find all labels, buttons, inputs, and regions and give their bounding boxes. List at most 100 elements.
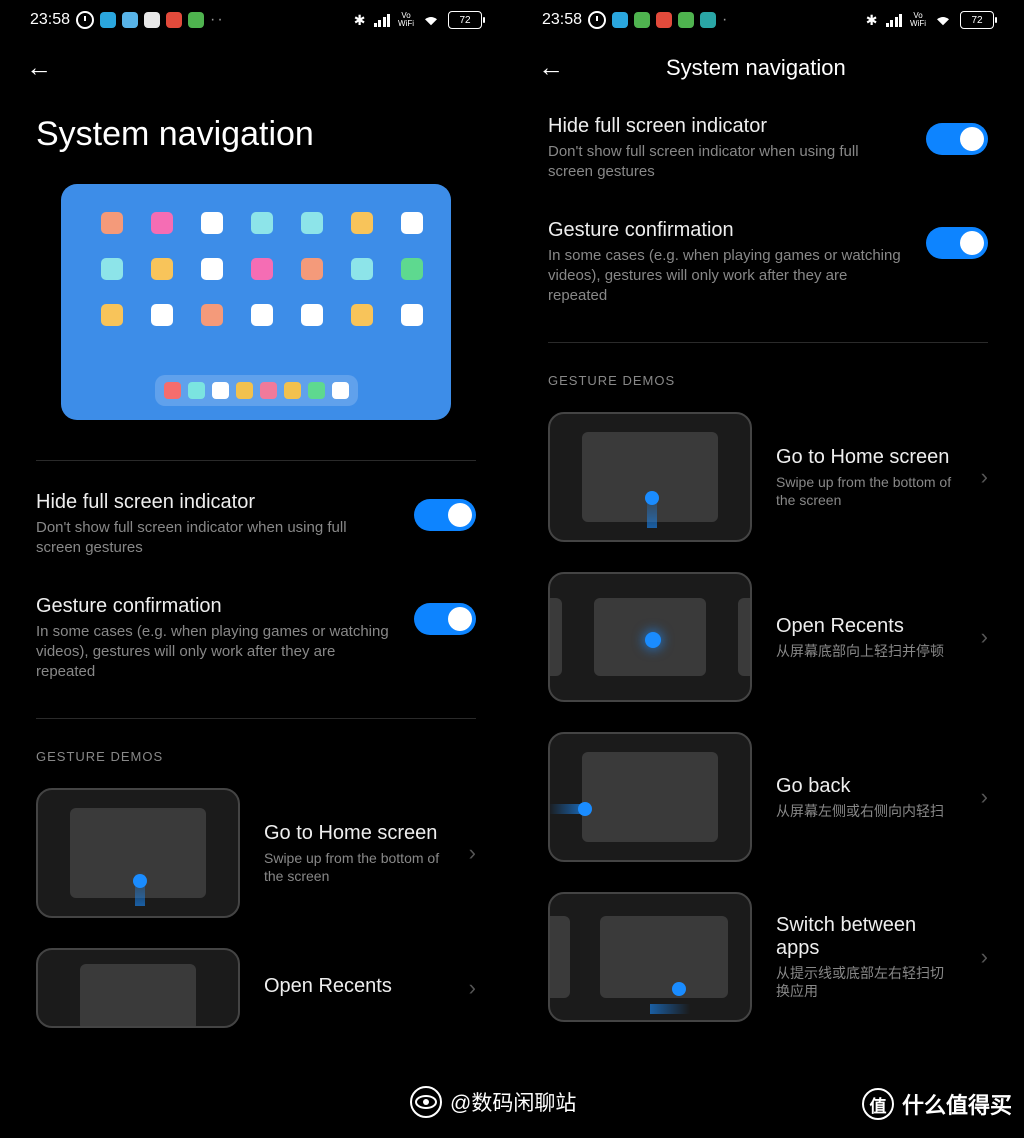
weibo-icon <box>410 1086 442 1118</box>
demo-title: Go to Home screen <box>776 446 957 469</box>
chevron-right-icon: › <box>981 784 988 810</box>
divider <box>36 718 476 719</box>
demo-subtitle: Swipe up from the bottom of the screen <box>264 849 445 885</box>
preview-dock-icon <box>308 382 325 399</box>
signal-icon <box>886 13 903 27</box>
status-app-icon <box>144 12 160 28</box>
wifi-icon <box>422 13 440 27</box>
preview-app-icon <box>351 212 373 234</box>
status-more-icon: ·· <box>210 11 225 29</box>
chevron-right-icon: › <box>981 464 988 490</box>
alarm-icon <box>588 11 606 29</box>
demo-subtitle: 从提示线或底部左右轻扫切换应用 <box>776 964 957 1000</box>
toggle-gesture-confirmation[interactable] <box>926 227 988 259</box>
demo-subtitle: 从屏幕左侧或右侧向内轻扫 <box>776 802 957 820</box>
preview-app-icon <box>401 304 423 326</box>
preview-app-icon <box>251 258 273 280</box>
demo-switch[interactable]: Switch between apps 从提示线或底部左右轻扫切换应用 › <box>548 892 988 1022</box>
preview-app-icon <box>301 258 323 280</box>
bluetooth-icon: ✱ <box>354 12 366 29</box>
preview-dock-icon <box>332 382 349 399</box>
preview-app-icon <box>351 304 373 326</box>
setting-hide-indicator[interactable]: Hide full screen indicator Don't show fu… <box>36 491 476 559</box>
demo-title: Go to Home screen <box>264 822 445 845</box>
demo-thumbnail <box>36 788 240 918</box>
setting-subtitle: In some cases (e.g. when playing games o… <box>36 622 394 683</box>
demo-thumbnail <box>548 732 752 862</box>
status-app-icon <box>612 12 628 28</box>
demo-thumbnail <box>548 892 752 1022</box>
battery-icon: 72 <box>960 11 994 29</box>
status-app-icon <box>166 12 182 28</box>
demo-title: Switch between apps <box>776 914 957 960</box>
status-bar: 23:58 · ✱ VoWiFi 72 <box>512 0 1024 40</box>
toggle-hide-indicator[interactable] <box>414 499 476 531</box>
toggle-hide-indicator[interactable] <box>926 123 988 155</box>
app-header: ← System navigation <box>512 40 1024 95</box>
preview-dock-icon <box>236 382 253 399</box>
chevron-right-icon: › <box>469 975 476 1001</box>
status-app-icon <box>700 12 716 28</box>
bluetooth-icon: ✱ <box>866 12 878 29</box>
status-app-icon <box>122 12 138 28</box>
preview-dock-icon <box>188 382 205 399</box>
preview-app-icon <box>401 258 423 280</box>
preview-app-icon <box>201 258 223 280</box>
demo-title: Go back <box>776 775 957 798</box>
section-header: GESTURE DEMOS <box>36 749 476 764</box>
status-app-icon <box>678 12 694 28</box>
status-more-icon: · <box>722 11 729 29</box>
demo-title: Open Recents <box>776 615 957 638</box>
status-app-icon <box>656 12 672 28</box>
status-bar: 23:58 ·· ✱ VoWiFi 72 <box>0 0 512 40</box>
setting-subtitle: Don't show full screen indicator when us… <box>36 518 394 559</box>
demo-home[interactable]: Go to Home screen Swipe up from the bott… <box>36 788 476 918</box>
status-app-icon <box>188 12 204 28</box>
setting-gesture-confirmation[interactable]: Gesture confirmation In some cases (e.g.… <box>36 595 476 683</box>
preview-app-icon <box>151 212 173 234</box>
preview-app-icon <box>101 258 123 280</box>
app-header: ← <box>0 40 512 95</box>
preview-app-icon <box>351 258 373 280</box>
chevron-right-icon: › <box>981 624 988 650</box>
demo-thumbnail <box>548 572 752 702</box>
vowifi-icon: VoWiFi <box>398 12 414 28</box>
toggle-gesture-confirmation[interactable] <box>414 603 476 635</box>
demo-home[interactable]: Go to Home screen Swipe up from the bott… <box>548 412 988 542</box>
preview-app-icon <box>101 212 123 234</box>
preview-app-icon <box>401 212 423 234</box>
signal-icon <box>374 13 391 27</box>
setting-hide-indicator[interactable]: Hide full screen indicator Don't show fu… <box>548 115 988 183</box>
setting-title: Hide full screen indicator <box>36 491 394 514</box>
preview-dock-icon <box>284 382 301 399</box>
setting-title: Gesture confirmation <box>36 595 394 618</box>
watermark-weibo: @数码闲聊站 <box>410 1086 576 1118</box>
status-time: 23:58 <box>542 11 582 29</box>
setting-subtitle: In some cases (e.g. when playing games o… <box>548 246 906 307</box>
demo-recents[interactable]: Open Recents › <box>36 948 476 1028</box>
setting-title: Gesture confirmation <box>548 219 906 242</box>
demo-back[interactable]: Go back 从屏幕左侧或右侧向内轻扫 › <box>548 732 988 862</box>
page-title: System navigation <box>36 115 476 154</box>
divider <box>36 460 476 461</box>
status-app-icon <box>634 12 650 28</box>
demo-subtitle: 从屏幕底部向上轻扫并停顿 <box>776 642 957 660</box>
preview-app-icon <box>301 212 323 234</box>
watermark-smzdm: 值 什么值得买 <box>862 1088 1012 1120</box>
section-header: GESTURE DEMOS <box>548 373 988 388</box>
vowifi-icon: VoWiFi <box>910 12 926 28</box>
battery-icon: 72 <box>448 11 482 29</box>
back-button[interactable]: ← <box>526 46 576 89</box>
wifi-icon <box>934 13 952 27</box>
preview-dock-icon <box>260 382 277 399</box>
setting-subtitle: Don't show full screen indicator when us… <box>548 142 906 183</box>
preview-app-icon <box>201 212 223 234</box>
demo-thumbnail <box>36 948 240 1028</box>
demo-recents[interactable]: Open Recents 从屏幕底部向上轻扫并停顿 › <box>548 572 988 702</box>
back-button[interactable]: ← <box>14 46 64 89</box>
setting-gesture-confirmation[interactable]: Gesture confirmation In some cases (e.g.… <box>548 219 988 307</box>
preview-app-icon <box>301 304 323 326</box>
preview-app-icon <box>251 212 273 234</box>
navigation-preview <box>61 184 451 420</box>
alarm-icon <box>76 11 94 29</box>
